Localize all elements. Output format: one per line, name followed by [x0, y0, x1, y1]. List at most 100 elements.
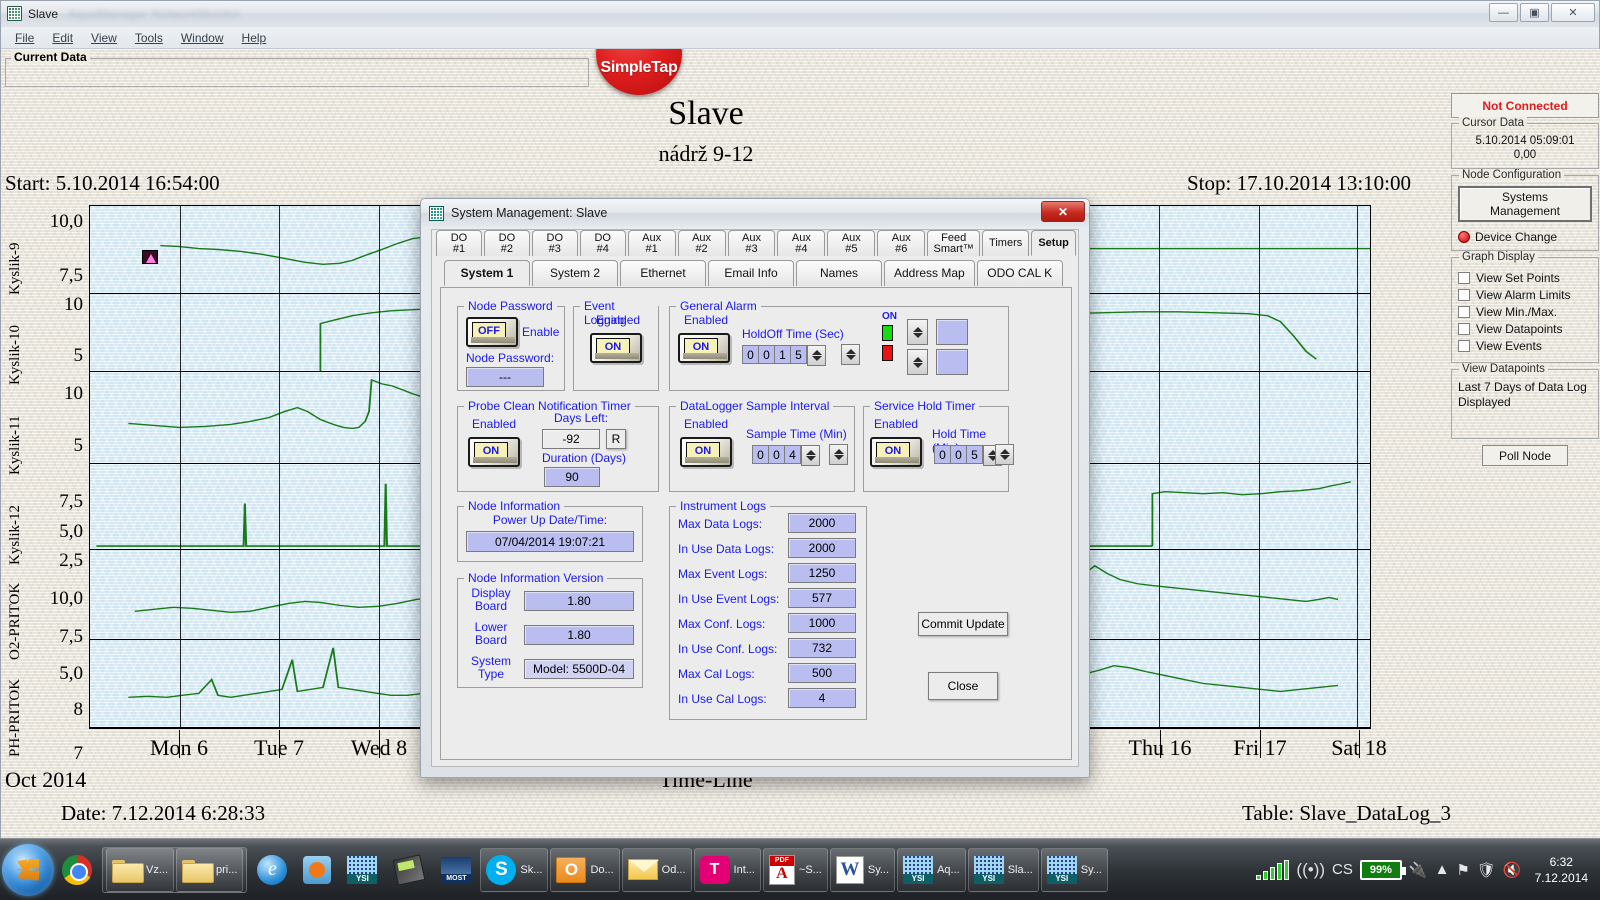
holdoff-time-digits[interactable]: 0 0 1 5 — [742, 345, 826, 366]
checkbox-view-alarm-limits[interactable]: View Alarm Limits — [1458, 288, 1592, 302]
menu-item-file[interactable]: File — [6, 29, 43, 47]
maximize-button[interactable]: ▣ — [1520, 3, 1549, 22]
tab-system-2[interactable]: System 2 — [532, 260, 618, 286]
chart-cursor-marker[interactable] — [142, 250, 158, 264]
taskbar-item-word[interactable]: W Sy... — [829, 847, 896, 892]
taskbar-item-mail[interactable]: Od... — [621, 847, 692, 892]
minimize-button[interactable]: — — [1489, 3, 1518, 22]
shield-icon[interactable]: 🛡 — [1477, 861, 1496, 879]
node-password-field[interactable]: --- — [466, 367, 544, 387]
systems-management-button[interactable]: Systems Management — [1458, 186, 1592, 222]
tab-do-4[interactable]: DO #4 — [579, 230, 626, 256]
service-hold-toggle[interactable]: ON — [870, 437, 922, 467]
tab-do-2[interactable]: DO #2 — [483, 230, 530, 256]
checkbox-view-set-points[interactable]: View Set Points — [1458, 271, 1592, 285]
checkbox-icon[interactable] — [1458, 340, 1470, 352]
tab-aux-3[interactable]: Aux #3 — [727, 230, 776, 256]
taskbar-item-skype[interactable]: S Sk... — [480, 847, 549, 892]
tab-aux-2[interactable]: Aux #2 — [677, 230, 726, 256]
tab-aux-6[interactable]: Aux #6 — [877, 230, 926, 256]
menu-item-edit[interactable]: Edit — [43, 29, 82, 47]
clock[interactable]: 6:32 7.12.2014 — [1529, 854, 1594, 886]
probe-clean-toggle[interactable]: ON — [468, 437, 520, 467]
tab-aux-5[interactable]: Aux #5 — [827, 230, 876, 256]
menu-item-help[interactable]: Help — [233, 29, 276, 47]
hold-digit-1[interactable]: 0 — [934, 445, 951, 464]
alarm-spinner-2[interactable] — [907, 349, 928, 375]
commit-update-button[interactable]: Commit Update — [918, 612, 1008, 636]
internet-explorer-icon[interactable] — [257, 854, 288, 885]
menu-item-view[interactable]: View — [82, 29, 126, 47]
media-player-icon[interactable] — [303, 855, 332, 884]
holdoff-digit-1[interactable]: 0 — [742, 345, 759, 364]
holdoff-digit-3[interactable]: 1 — [774, 345, 791, 364]
checkbox-icon[interactable] — [1458, 272, 1470, 284]
holdoff-digit-4[interactable]: 5 — [790, 345, 807, 364]
poll-node-button[interactable]: Poll Node — [1482, 445, 1568, 466]
menu-item-window[interactable]: Window — [172, 29, 233, 47]
close-icon[interactable]: ✕ — [1551, 3, 1595, 22]
checkbox-icon[interactable] — [1458, 323, 1470, 335]
tab-do-3[interactable]: DO #3 — [531, 230, 578, 256]
tab-email-info[interactable]: Email Info — [708, 260, 794, 286]
taskbar-item-folder-vz[interactable]: Vz... — [106, 847, 175, 892]
signal-bars-icon[interactable] — [1256, 859, 1290, 880]
tab-setup[interactable]: Setup — [1031, 230, 1077, 256]
device-change-button[interactable]: Device Change — [1458, 230, 1592, 244]
taskbar-item-aqua[interactable]: Aq... — [897, 847, 966, 892]
tab-aux-1[interactable]: Aux #1 — [627, 230, 676, 256]
checkbox-view-min-max[interactable]: View Min./Max. — [1458, 305, 1592, 319]
sample-spinner-secondary[interactable] — [829, 444, 848, 465]
wifi-icon[interactable]: ((•)) — [1296, 860, 1325, 880]
ysi-icon[interactable] — [347, 855, 378, 884]
alarm-spinner-1[interactable] — [907, 319, 928, 345]
tab-system-1[interactable]: System 1 — [444, 260, 530, 286]
probe-clean-reset-button[interactable]: R — [606, 429, 626, 449]
tab-aux-4[interactable]: Aux #4 — [777, 230, 826, 256]
checkbox-view-events[interactable]: View Events — [1458, 339, 1592, 353]
hold-digit-3[interactable]: 5 — [966, 445, 983, 464]
holdoff-digit-2[interactable]: 0 — [758, 345, 775, 364]
tab-address-map[interactable]: Address Map — [884, 260, 975, 286]
dialog-close-icon[interactable]: ✕ — [1041, 201, 1085, 222]
tab-timers[interactable]: Timers — [982, 230, 1030, 256]
tab-odo-cal-k[interactable]: ODO CAL K — [976, 260, 1063, 286]
alarm-value-1[interactable] — [936, 319, 968, 345]
hold-digit-2[interactable]: 0 — [950, 445, 967, 464]
menu-item-tools[interactable]: Tools — [126, 29, 172, 47]
show-hidden-icons-button[interactable]: ▲ — [1435, 861, 1450, 878]
volume-mute-icon[interactable]: 🔇 — [1503, 861, 1522, 879]
hold-time-digits[interactable]: 0 0 5 — [934, 445, 1002, 466]
hold-spinner-secondary[interactable] — [995, 444, 1014, 465]
checkbox-view-datapoints[interactable]: View Datapoints — [1458, 322, 1592, 336]
tab-do-1[interactable]: DO #1 — [436, 230, 482, 256]
chrome-icon[interactable] — [62, 854, 92, 885]
sample-digit-1[interactable]: 0 — [752, 445, 769, 464]
input-language-indicator[interactable]: CS — [1332, 861, 1353, 878]
node-password-toggle[interactable]: OFF — [466, 317, 518, 347]
battery-icon[interactable]: 99% — [1359, 859, 1406, 880]
sample-spinner[interactable] — [801, 445, 820, 466]
taskbar-item-outlook[interactable]: Do... — [550, 847, 620, 892]
duration-days-value[interactable]: 90 — [544, 467, 600, 487]
start-button[interactable] — [2, 843, 54, 896]
sample-digit-3[interactable]: 4 — [784, 445, 801, 464]
tab-feed-smart[interactable]: Feed Smart™ — [927, 230, 981, 256]
taskbar-item-pdf[interactable]: ~S... — [762, 847, 828, 892]
holdoff-spinner-secondary[interactable] — [841, 344, 860, 365]
taskbar-item-system[interactable]: Sy... — [1040, 847, 1108, 892]
sample-digit-2[interactable]: 0 — [768, 445, 785, 464]
datalogger-toggle[interactable]: ON — [680, 437, 732, 467]
holdoff-spinner[interactable] — [807, 345, 826, 366]
flag-icon[interactable]: ⚑ — [1456, 861, 1469, 879]
taskbar-item-slave[interactable]: Sla... — [967, 847, 1039, 892]
general-alarm-toggle[interactable]: ON — [678, 333, 730, 363]
power-plug-icon[interactable]: 🔌 — [1409, 861, 1428, 879]
most-icon[interactable] — [441, 856, 472, 883]
tab-names[interactable]: Names — [796, 260, 882, 286]
sample-time-digits[interactable]: 0 0 4 — [752, 445, 820, 466]
close-button[interactable]: Close — [928, 672, 998, 700]
calculator-icon[interactable] — [393, 853, 426, 886]
alarm-value-2[interactable] — [936, 349, 968, 375]
event-logging-toggle[interactable]: ON — [590, 333, 642, 363]
